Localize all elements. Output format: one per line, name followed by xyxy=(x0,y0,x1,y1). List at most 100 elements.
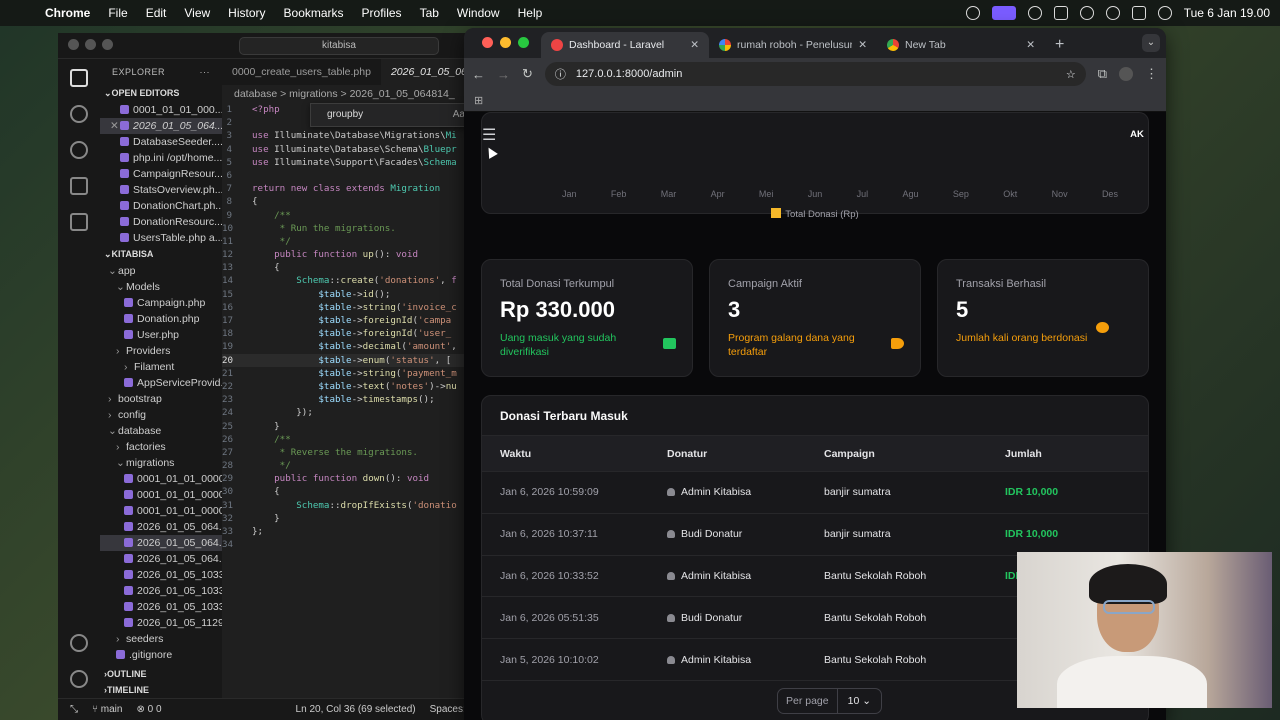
menu-history[interactable]: History xyxy=(219,6,274,20)
open-editor-item[interactable]: StatsOverview.ph... xyxy=(100,182,222,198)
file-item[interactable]: 2026_01_05_1033... xyxy=(100,567,222,583)
tab-google-search[interactable]: rumah roboh - Penelusuran G ✕ xyxy=(709,32,877,58)
menu-edit[interactable]: Edit xyxy=(137,6,176,20)
open-editor-item[interactable]: 0001_01_01_000... xyxy=(100,102,222,118)
battery-icon[interactable] xyxy=(1053,6,1068,20)
folder-item[interactable]: › bootstrap xyxy=(100,391,222,407)
open-editor-item[interactable]: php.ini /opt/home... xyxy=(100,150,222,166)
close-window-button[interactable] xyxy=(482,37,493,48)
wifi-icon[interactable] xyxy=(1079,6,1094,20)
command-center-search[interactable]: kitabisa xyxy=(239,36,439,55)
screen-record-icon[interactable] xyxy=(991,6,1016,20)
minimize-window-button[interactable] xyxy=(500,37,511,48)
menu-app-name[interactable]: Chrome xyxy=(36,6,99,20)
site-info-icon[interactable]: ⓘ xyxy=(555,66,566,82)
file-item[interactable]: User.php xyxy=(100,327,222,343)
menu-profiles[interactable]: Profiles xyxy=(353,6,411,20)
column-header-time[interactable]: Waktu xyxy=(482,448,667,460)
find-widget[interactable]: groupby Aa xyxy=(310,103,478,127)
file-item[interactable]: 2026_01_05_1033... xyxy=(100,599,222,615)
folder-item[interactable]: ⌄database xyxy=(100,423,222,439)
editor-tab[interactable]: 0000_create_users_table.php xyxy=(222,59,381,85)
open-editor-item[interactable]: DatabaseSeeder.... xyxy=(100,134,222,150)
file-item[interactable]: 0001_01_01_0000... xyxy=(100,487,222,503)
explorer-icon[interactable] xyxy=(70,69,88,87)
remote-icon[interactable]: ⤡ xyxy=(70,704,78,715)
column-header-campaign[interactable]: Campaign xyxy=(824,448,1005,460)
siri-icon[interactable] xyxy=(1157,6,1172,20)
indentation[interactable]: Spaces: xyxy=(430,704,466,715)
zoom-window-button[interactable] xyxy=(518,37,529,48)
folder-item[interactable]: › Providers xyxy=(100,343,222,359)
git-branch[interactable]: ⑂ main xyxy=(92,704,122,715)
tab-dashboard[interactable]: Dashboard - Laravel ✕ xyxy=(541,32,709,58)
open-editors-header[interactable]: ⌄OPEN EDITORS xyxy=(100,85,222,102)
folder-item[interactable]: ⌄app xyxy=(100,263,222,279)
folder-item[interactable]: › Filament xyxy=(100,359,222,375)
account-icon[interactable] xyxy=(70,634,88,652)
new-tab-plus-icon[interactable]: + xyxy=(1045,36,1074,58)
file-item[interactable]: 2026_01_05_064... xyxy=(100,519,222,535)
file-item[interactable]: 2026_01_05_064... xyxy=(100,535,222,551)
breadcrumb[interactable]: database > migrations > 2026_01_05_06481… xyxy=(222,85,478,103)
chrome-menu-icon[interactable]: ⋮ xyxy=(1145,66,1158,82)
open-editor-item[interactable]: ✕ 2026_01_05_064... xyxy=(100,118,222,134)
menu-view[interactable]: View xyxy=(175,6,219,20)
close-tab-icon[interactable]: ✕ xyxy=(858,39,867,51)
back-arrow-icon[interactable]: ← xyxy=(472,67,485,82)
address-bar[interactable]: ⓘ 127.0.0.1:8000/admin ☆ xyxy=(544,62,1086,86)
file-item[interactable]: 0001_01_01_0000... xyxy=(100,471,222,487)
file-item[interactable]: 0001_01_01_0000... xyxy=(100,503,222,519)
menu-window[interactable]: Window xyxy=(448,6,509,20)
search-icon[interactable] xyxy=(70,105,88,123)
outline-header[interactable]: ›OUTLINE xyxy=(100,666,222,682)
run-debug-icon[interactable] xyxy=(70,177,88,195)
user-avatar[interactable]: AK xyxy=(1126,124,1148,146)
folder-item[interactable]: › seeders xyxy=(100,631,222,647)
close-tab-icon[interactable]: ✕ xyxy=(690,39,699,51)
file-item[interactable]: AppServiceProvid... xyxy=(100,375,222,391)
find-input[interactable]: groupby xyxy=(327,109,363,120)
file-item[interactable]: 2026_01_05_064... xyxy=(100,551,222,567)
file-item[interactable]: 2026_01_05_1129... xyxy=(100,615,222,631)
more-actions-icon[interactable]: ··· xyxy=(200,67,211,77)
close-tab-icon[interactable]: ✕ xyxy=(1026,39,1035,51)
file-item[interactable]: .gitignore xyxy=(100,647,222,663)
file-item[interactable]: 2026_01_05_1033... xyxy=(100,583,222,599)
problems-count[interactable]: ⊗ 0 0 xyxy=(136,704,161,715)
menubar-clock[interactable]: Tue 6 Jan 19.00 xyxy=(1184,6,1270,20)
menu-tab[interactable]: Tab xyxy=(411,6,448,20)
reload-icon[interactable]: ↻ xyxy=(522,66,533,82)
window-controls[interactable] xyxy=(68,38,119,53)
editor-tab-active[interactable]: 2026_01_05_06 xyxy=(380,59,477,85)
file-item[interactable]: Donation.php xyxy=(100,311,222,327)
profile-avatar-icon[interactable] xyxy=(1119,67,1133,81)
chart-legend[interactable]: Total Donasi (Rp) xyxy=(482,208,1148,220)
open-editor-item[interactable]: UsersTable.php a... xyxy=(100,230,222,246)
status-icon[interactable] xyxy=(965,6,980,20)
extensions-icon[interactable] xyxy=(70,213,88,231)
search-icon[interactable] xyxy=(1105,6,1120,20)
folder-item[interactable]: ⌄Models xyxy=(100,279,222,295)
extensions-puzzle-icon[interactable]: ⧉ xyxy=(1098,66,1107,82)
close-editor-icon[interactable]: ✕ xyxy=(110,118,120,134)
open-editor-item[interactable]: DonationChart.ph... xyxy=(100,198,222,214)
tab-search-chevron-icon[interactable]: ⌄ xyxy=(1142,34,1160,52)
column-header-amount[interactable]: Jumlah xyxy=(1005,448,1148,460)
forward-arrow-icon[interactable]: → xyxy=(497,67,510,82)
folder-item[interactable]: ⌄migrations xyxy=(100,455,222,471)
bookmark-star-icon[interactable]: ☆ xyxy=(1066,68,1076,81)
tab-new-tab[interactable]: New Tab ✕ xyxy=(877,32,1045,58)
apps-grid-icon[interactable]: ⊞ xyxy=(474,94,483,107)
open-editor-item[interactable]: DonationResourc... xyxy=(100,214,222,230)
code-editor[interactable]: 1 <?php 2 3 use Illuminate\Database\Migrat… xyxy=(222,103,478,551)
table-row[interactable]: Jan 6, 2026 10:37:11 Budi Donatur banjir s… xyxy=(482,514,1148,556)
project-header[interactable]: ⌄KITABISA xyxy=(100,246,222,263)
menu-file[interactable]: File xyxy=(99,6,136,20)
control-center-icon[interactable] xyxy=(1131,6,1146,20)
folder-item[interactable]: › factories xyxy=(100,439,222,455)
folder-item[interactable]: › config xyxy=(100,407,222,423)
file-item[interactable]: Campaign.php xyxy=(100,295,222,311)
settings-gear-icon[interactable] xyxy=(70,670,88,688)
hamburger-menu-icon[interactable]: ☰ xyxy=(482,125,496,145)
